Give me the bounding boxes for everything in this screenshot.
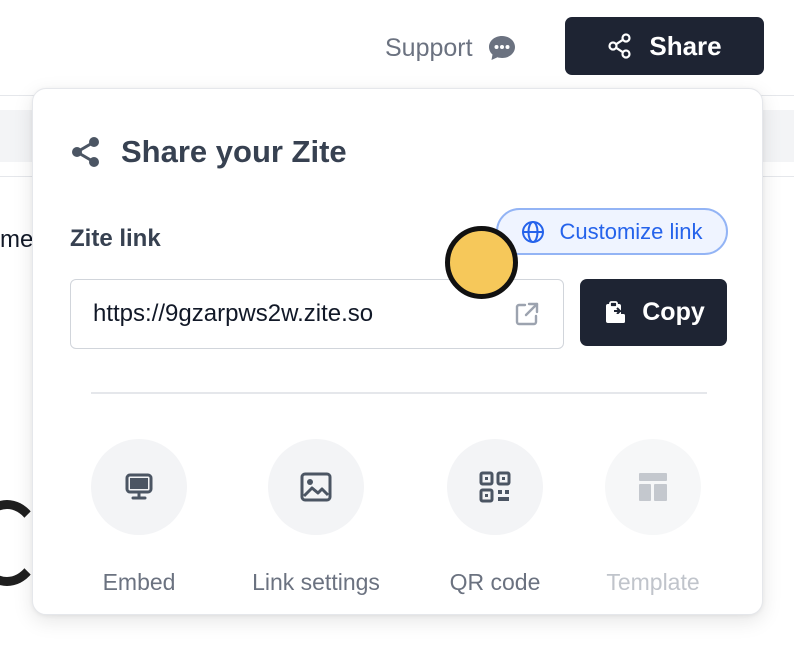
top-bar: Support Share [0,0,794,96]
share-button[interactable]: Share [565,17,764,75]
zite-url-input[interactable] [93,300,513,328]
cursor-marker [445,226,518,299]
external-link-icon[interactable] [513,300,541,328]
qr-code-icon [476,468,514,506]
popover-title: Share your Zite [121,134,347,169]
share-popover: Share your Zite Zite link Customize link [32,88,763,615]
copy-button[interactable]: Copy [580,279,727,346]
embed-action-circle[interactable] [91,439,187,535]
customize-link-button[interactable]: Customize link [496,208,728,255]
qr-code-action-label: QR code [449,569,541,595]
link-settings-action-circle[interactable] [268,439,364,535]
qr-code-action-circle[interactable] [447,439,543,535]
template-action-circle [605,439,701,535]
background-text-fragment: me [0,226,34,253]
zite-link-label: Zite link [70,225,161,252]
share-icon [607,33,633,59]
popover-divider [91,392,707,394]
link-settings-action-label: Link settings [252,569,380,595]
chat-bubble-icon [487,33,517,63]
share-icon [69,135,103,169]
support-label: Support [385,33,473,62]
link-settings-action[interactable]: Link settings [236,439,396,596]
clipboard-icon [602,300,628,326]
embed-action-label: Embed [102,569,176,595]
template-action: Template [573,439,733,596]
embed-action[interactable]: Embed [59,439,219,596]
template-action-label: Template [606,569,700,595]
copy-button-label: Copy [642,298,705,326]
globe-icon [521,220,545,244]
monitor-icon [120,468,158,506]
share-button-label: Share [649,30,722,61]
background-toolbar-right [762,110,794,162]
popover-header: Share your Zite [69,134,347,170]
qr-code-action[interactable]: QR code [415,439,575,596]
image-icon [297,468,335,506]
support-link[interactable]: Support [385,30,517,66]
customize-link-label: Customize link [559,218,703,244]
layout-template-icon [634,468,672,506]
